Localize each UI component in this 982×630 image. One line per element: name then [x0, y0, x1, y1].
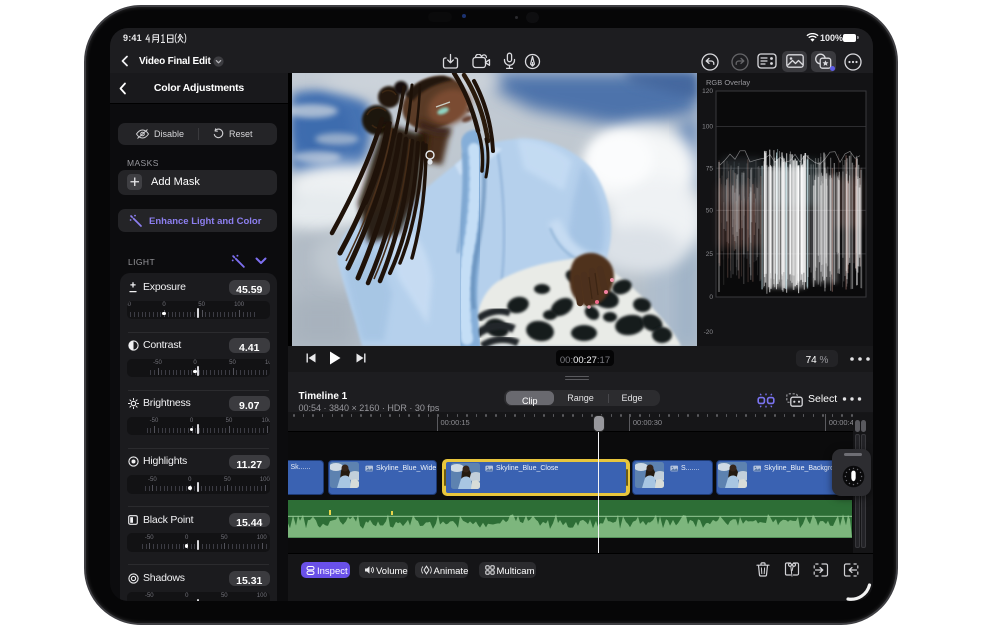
svg-text:-20: -20	[704, 329, 714, 336]
svg-text:50: 50	[706, 208, 714, 215]
svg-text:75: 75	[706, 165, 714, 172]
svg-text:100: 100	[702, 124, 713, 131]
svg-text:0: 0	[709, 294, 713, 301]
svg-text:120: 120	[702, 88, 713, 95]
svg-text:25: 25	[706, 251, 714, 258]
